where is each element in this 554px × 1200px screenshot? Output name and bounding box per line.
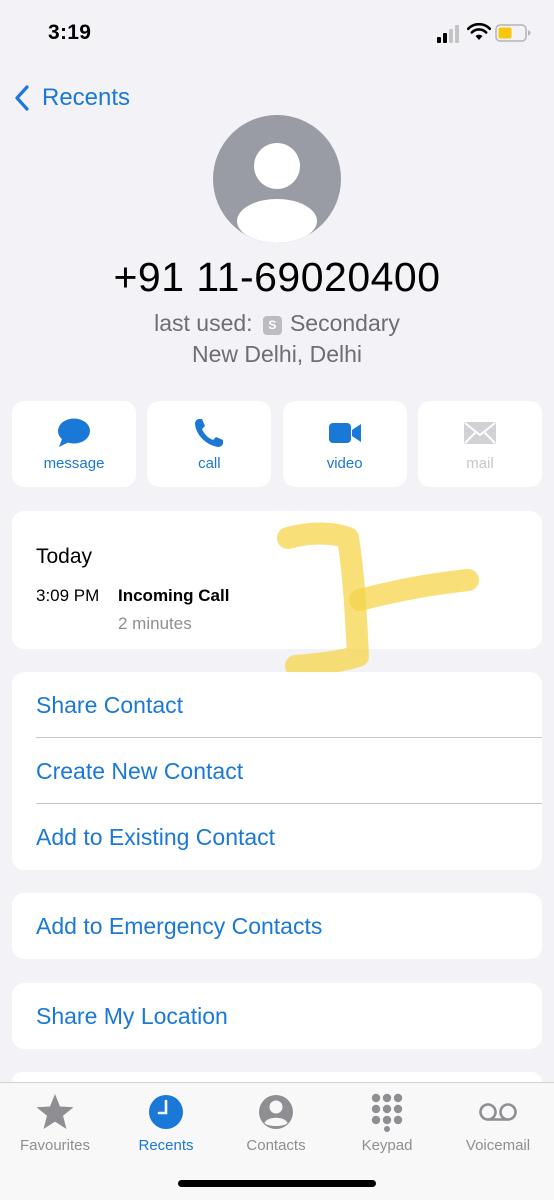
call-label: call: [198, 454, 221, 472]
phone-number: +91 11-69020400: [113, 254, 441, 300]
chevron-left-icon: [15, 85, 29, 111]
history-day: Today: [36, 545, 93, 568]
tab-recents[interactable]: Recents: [111, 1083, 221, 1163]
tab-voicemail-label: Voicemail: [465, 1137, 531, 1154]
avatar: [213, 115, 341, 243]
mail-button[interactable]: mail: [417, 401, 542, 487]
last-used-line: last used: S Secondary: [0, 310, 554, 337]
video-icon: [328, 422, 361, 443]
add-to-existing-contact-button[interactable]: Add to Existing Contact: [12, 804, 542, 870]
tab-recents-label: Recents: [138, 1137, 194, 1154]
video-label: video: [326, 454, 363, 472]
message-icon: [58, 418, 90, 447]
create-new-contact-button[interactable]: Create New Contact: [12, 738, 542, 804]
tab-favourites-label: Favourites: [19, 1137, 91, 1154]
history-time: 3:09 PM: [36, 586, 100, 605]
add-to-emergency-contacts-button[interactable]: Add to Emergency Contacts: [12, 893, 542, 959]
sim-badge: S: [262, 316, 282, 335]
share-location-card: Share My Location: [12, 983, 542, 1049]
home-indicator[interactable]: [178, 1180, 376, 1187]
quick-actions: message call video mail: [12, 401, 542, 487]
phone-icon: [195, 418, 224, 447]
status-bar: 3:19: [0, 0, 554, 66]
sim-name: Secondary: [289, 310, 400, 336]
cellular-signal-icon: [437, 25, 459, 43]
message-label: message: [43, 454, 105, 472]
person-silhouette-icon: [237, 143, 317, 243]
person-icon: [259, 1095, 293, 1129]
mail-label: mail: [466, 454, 494, 472]
video-button[interactable]: video: [282, 401, 407, 487]
back-button[interactable]: Recents: [12, 82, 130, 114]
star-icon: [36, 1094, 74, 1129]
call-button[interactable]: call: [147, 401, 272, 487]
battery-icon: [495, 24, 531, 42]
share-contact-button[interactable]: Share Contact: [12, 672, 542, 738]
back-label: Recents: [42, 84, 131, 111]
share-my-location-button[interactable]: Share My Location: [12, 983, 542, 1049]
voicemail-icon: [479, 1103, 517, 1121]
status-time: 3:19: [48, 21, 92, 44]
history-call-type: Incoming Call: [118, 586, 230, 605]
mail-icon: [463, 421, 496, 444]
emergency-card: Add to Emergency Contacts: [12, 893, 542, 959]
tab-voicemail[interactable]: Voicemail: [443, 1083, 553, 1163]
call-history-card: Today 3:09 PM Incoming Call 2 minutes: [12, 511, 542, 649]
clock-icon: [149, 1095, 183, 1129]
keypad-icon: [371, 1093, 403, 1132]
tab-contacts[interactable]: Contacts: [221, 1083, 331, 1163]
tab-keypad-label: Keypad: [361, 1137, 413, 1154]
contact-actions-card: Share Contact Create New Contact Add to …: [12, 672, 542, 870]
history-duration: 2 minutes: [118, 614, 192, 633]
tab-keypad[interactable]: Keypad: [332, 1083, 442, 1163]
wifi-icon: [467, 23, 491, 40]
tab-contacts-label: Contacts: [246, 1137, 306, 1154]
contact-location: New Delhi, Delhi: [191, 341, 362, 367]
message-button[interactable]: message: [12, 401, 136, 487]
last-used-label: last used:: [154, 310, 253, 336]
tab-favourites[interactable]: Favourites: [0, 1083, 110, 1163]
